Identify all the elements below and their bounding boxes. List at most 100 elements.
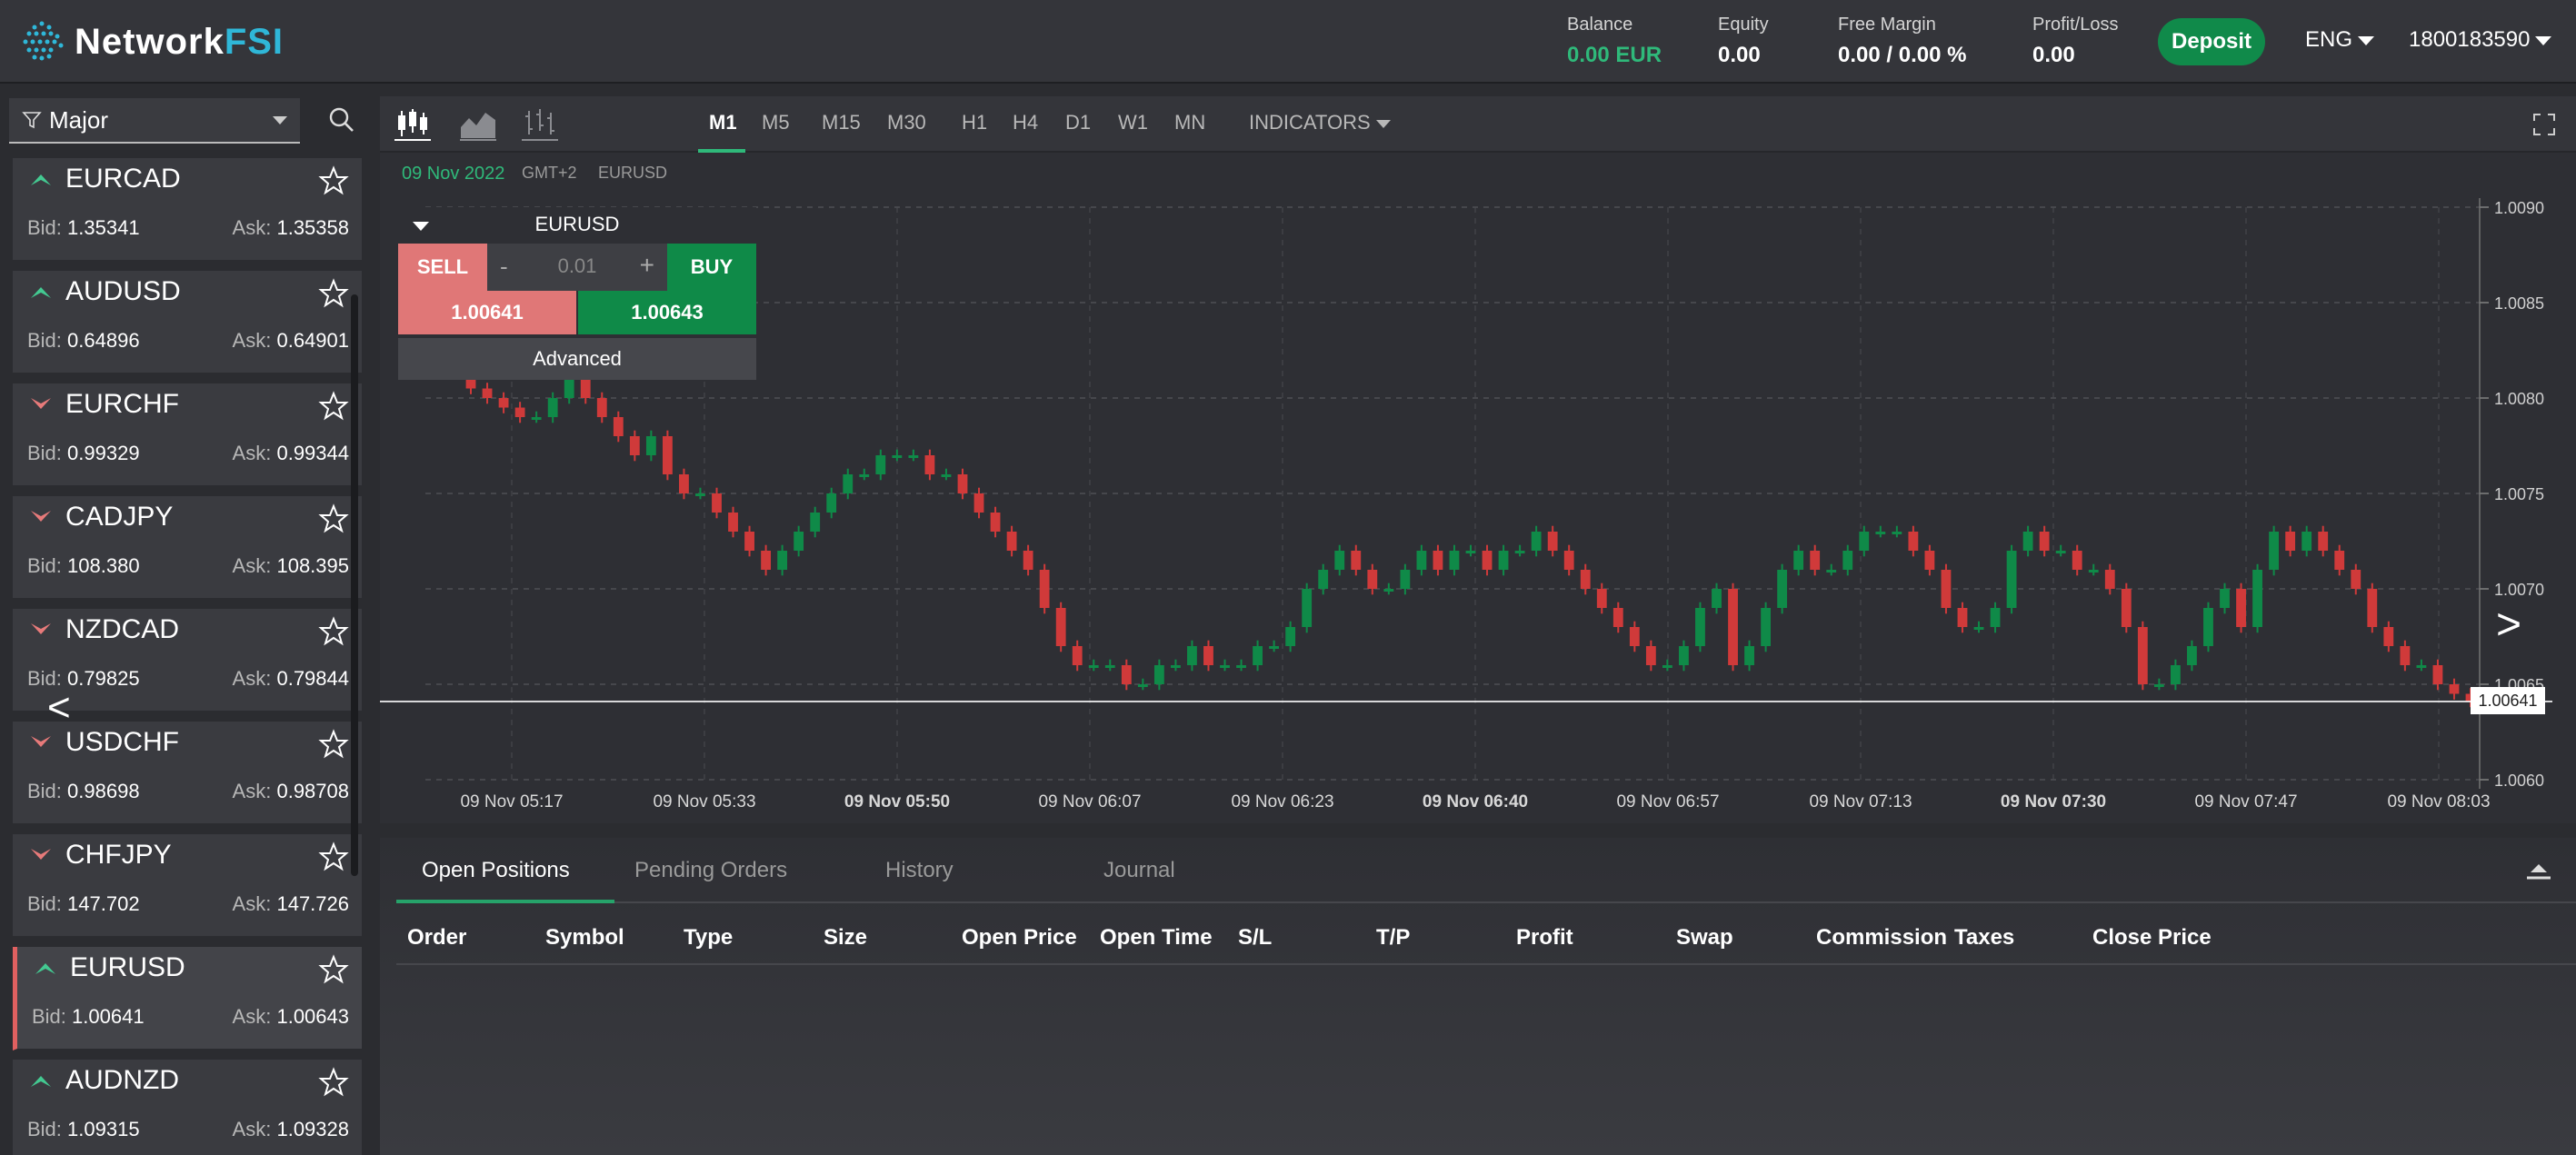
- y-tick-label: 1.0080: [2494, 390, 2544, 408]
- favorite-star-icon[interactable]: [318, 954, 349, 985]
- column-header-open-time[interactable]: Open Time: [1100, 925, 1213, 951]
- symbol-list-scrollbar[interactable]: [351, 294, 358, 876]
- timeframe-m30[interactable]: M30: [887, 111, 926, 134]
- favorite-star-icon[interactable]: [318, 391, 349, 422]
- timeframe-mn[interactable]: MN: [1174, 111, 1205, 134]
- column-header-order[interactable]: Order: [407, 925, 466, 951]
- symbol-group-dropdown[interactable]: Major: [9, 98, 300, 144]
- search-icon[interactable]: [324, 102, 360, 138]
- chart-toolbar: M1 M5 M15 M30 H1 H4 D1 W1 MN INDICATORS: [380, 96, 2576, 153]
- candle: [1253, 640, 1263, 672]
- candle: [1563, 544, 1574, 576]
- fullscreen-icon[interactable]: [2531, 111, 2558, 138]
- symbol-row-usdchf[interactable]: USDCHF Bid: 0.98698 Ask: 0.98708: [13, 722, 362, 825]
- favorite-star-icon[interactable]: [318, 278, 349, 309]
- candle: [2252, 563, 2262, 633]
- symbol-row-audusd[interactable]: AUDUSD Bid: 0.64896 Ask: 0.64901: [13, 271, 362, 374]
- tab-open-positions[interactable]: Open Positions: [422, 858, 570, 883]
- sell-price[interactable]: 1.00641: [398, 291, 576, 334]
- candle: [1072, 640, 1083, 672]
- candle: [1875, 525, 1886, 538]
- collapse-panel-icon[interactable]: [2525, 860, 2552, 881]
- column-header-size[interactable]: Size: [824, 925, 867, 951]
- equity-block: Equity 0.00: [1718, 15, 1769, 69]
- symbol-row-eurusd[interactable]: EURUSD Bid: 1.00641 Ask: 1.00643: [13, 947, 362, 1050]
- column-header-open-price[interactable]: Open Price: [962, 925, 1077, 951]
- tab-history[interactable]: History: [885, 858, 954, 883]
- column-header-symbol[interactable]: Symbol: [545, 925, 624, 951]
- advanced-button[interactable]: Advanced: [398, 338, 756, 380]
- language-selector[interactable]: ENG: [2305, 27, 2375, 53]
- quantity-stepper[interactable]: - 0.01 +: [487, 244, 667, 291]
- tab-pending-orders[interactable]: Pending Orders: [634, 858, 787, 883]
- ask-price: Ask: 147.726: [232, 892, 349, 915]
- symbol-row-eurchf[interactable]: EURCHF Bid: 0.99329 Ask: 0.99344: [13, 383, 362, 487]
- bid-price: Bid: 1.00641: [32, 1005, 145, 1028]
- symbol-group-value: Major: [49, 105, 109, 134]
- deposit-button[interactable]: Deposit: [2158, 18, 2265, 65]
- x-tick-label: 09 Nov 07:30: [2001, 792, 2106, 811]
- chevron-down-icon: [2358, 35, 2375, 45]
- timeframe-h1[interactable]: H1: [962, 111, 987, 134]
- column-header-taxes[interactable]: Taxes: [1954, 925, 2014, 951]
- candle: [2236, 582, 2246, 633]
- candle: [613, 411, 624, 443]
- timeframe-w1[interactable]: W1: [1118, 111, 1148, 134]
- candle: [2301, 525, 2312, 557]
- quantity-plus-button[interactable]: +: [640, 251, 654, 280]
- area-chart-icon[interactable]: [458, 105, 498, 144]
- candle: [1285, 621, 1296, 652]
- column-header-swap[interactable]: Swap: [1676, 925, 1733, 951]
- buy-price[interactable]: 1.00643: [578, 291, 756, 334]
- bar-chart-icon[interactable]: [520, 105, 560, 144]
- favorite-star-icon[interactable]: [318, 841, 349, 872]
- ask-price: Ask: 0.99344: [232, 442, 349, 464]
- candle: [1482, 544, 1493, 576]
- candle: [2022, 525, 2033, 557]
- candle: [645, 430, 656, 462]
- candle: [1433, 544, 1443, 576]
- candle: [1793, 544, 1804, 576]
- y-tick-label: 1.0085: [2494, 294, 2544, 313]
- ask-price: Ask: 1.00643: [232, 1005, 349, 1028]
- favorite-star-icon[interactable]: [318, 1067, 349, 1098]
- candle: [990, 506, 1001, 538]
- one-click-trade-panel: EURUSD SELL - 0.01 + BUY 1.00641 1.00643…: [398, 207, 756, 380]
- price-down-arrow-icon: [31, 398, 51, 409]
- timeframe-m15[interactable]: M15: [822, 111, 861, 134]
- symbol-row-audnzd[interactable]: AUDNZD Bid: 1.09315 Ask: 1.09328: [13, 1060, 362, 1155]
- chevron-left-icon[interactable]: <: [47, 685, 71, 731]
- chevron-right-icon[interactable]: >: [2496, 600, 2521, 650]
- candle: [1973, 621, 1984, 633]
- column-header-commission[interactable]: Commission: [1816, 925, 1947, 951]
- symbol-row-chfjpy[interactable]: CHFJPY Bid: 147.702 Ask: 147.726: [13, 834, 362, 938]
- candle: [2351, 563, 2361, 595]
- timeframe-m5[interactable]: M5: [762, 111, 790, 134]
- timeframe-h4[interactable]: H4: [1013, 111, 1038, 134]
- column-header-close-price[interactable]: Close Price: [2092, 925, 2212, 951]
- candle: [1121, 659, 1132, 691]
- favorite-star-icon[interactable]: [318, 165, 349, 196]
- brand-logo[interactable]: NetworkFSI: [18, 15, 284, 69]
- column-header-s-l[interactable]: S/L: [1238, 925, 1272, 951]
- candle: [1924, 544, 1935, 576]
- sell-button[interactable]: SELL: [398, 244, 487, 291]
- timeframe-d1[interactable]: D1: [1065, 111, 1091, 134]
- favorite-star-icon[interactable]: [318, 616, 349, 647]
- tab-journal[interactable]: Journal: [1103, 858, 1175, 883]
- candle: [843, 468, 854, 500]
- buy-button[interactable]: BUY: [667, 244, 756, 291]
- indicators-dropdown[interactable]: INDICATORS: [1249, 111, 1391, 134]
- favorite-star-icon[interactable]: [318, 503, 349, 534]
- symbol-row-eurcad[interactable]: EURCAD Bid: 1.35341 Ask: 1.35358: [13, 158, 362, 262]
- x-tick-label: 09 Nov 05:17: [460, 792, 563, 811]
- column-header-profit[interactable]: Profit: [1516, 925, 1573, 951]
- favorite-star-icon[interactable]: [318, 729, 349, 760]
- account-selector[interactable]: 1800183590: [2409, 27, 2552, 53]
- timeframe-m1[interactable]: M1: [709, 111, 737, 134]
- candlestick-chart-icon[interactable]: [393, 105, 433, 144]
- column-header-t-p[interactable]: T/P: [1376, 925, 1410, 951]
- symbol-list[interactable]: EURCAD Bid: 1.35341 Ask: 1.35358 AUDUSD Bid:…: [0, 158, 373, 1155]
- symbol-row-cadjpy[interactable]: CADJPY Bid: 108.380 Ask: 108.395: [13, 496, 362, 600]
- column-header-type[interactable]: Type: [684, 925, 733, 951]
